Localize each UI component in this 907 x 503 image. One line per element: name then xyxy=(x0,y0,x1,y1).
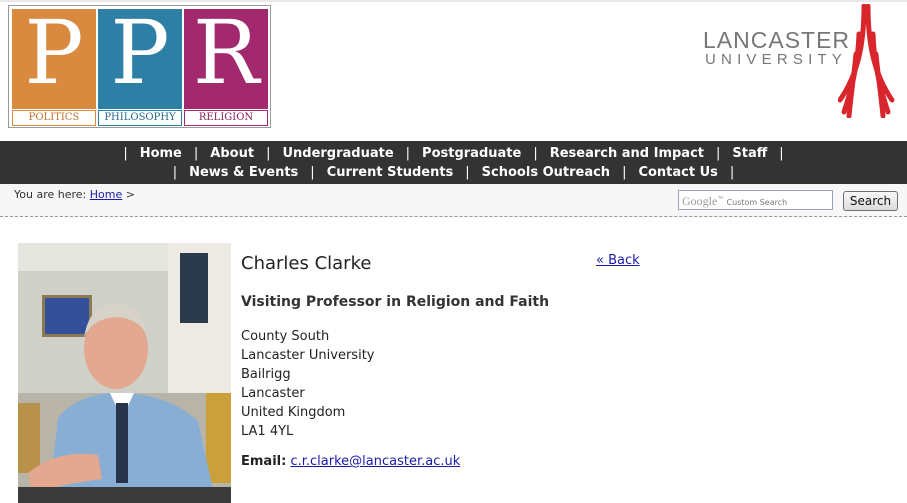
logo-letter: P xyxy=(110,1,170,104)
logo-tile-religion: R xyxy=(184,3,268,109)
profile-email: Email: c.r.clarke@lancaster.ac.uk xyxy=(241,454,460,469)
breadcrumb-prefix: You are here: xyxy=(14,188,87,201)
google-trademark: ™ xyxy=(717,195,724,204)
ppr-logo[interactable]: P P R POLITICS PHILOSOPHY RELIGION xyxy=(8,3,271,128)
lancaster-university-logo[interactable]: LANCASTER UNIVERSITY xyxy=(703,28,850,68)
search-input[interactable]: Google™ Custom Search xyxy=(678,190,833,210)
breadcrumb: You are here: Home > xyxy=(14,188,135,201)
nav-item-staff[interactable]: Staff xyxy=(732,146,767,161)
university-name-line1: LANCASTER xyxy=(703,27,851,53)
lancaster-crest-icon xyxy=(838,4,895,118)
back-link[interactable]: « Back xyxy=(596,253,640,268)
nav-row-2: | News & Events | Current Students | Sch… xyxy=(0,163,907,182)
address-line: United Kingdom xyxy=(241,405,346,420)
logo-letter: R xyxy=(192,1,260,104)
university-name-line2: UNIVERSITY xyxy=(705,51,848,68)
nav-separator: | xyxy=(716,146,721,161)
nav-separator: | xyxy=(123,146,128,161)
nav-item-current-students[interactable]: Current Students xyxy=(327,165,454,180)
nav-separator: | xyxy=(729,165,735,180)
breadcrumb-home-link[interactable]: Home xyxy=(90,188,122,201)
nav-item-contact-us[interactable]: Contact Us xyxy=(638,165,717,180)
profile-name: Charles Clarke xyxy=(241,253,372,274)
nav-item-home[interactable]: Home xyxy=(140,146,182,161)
nav-separator: | xyxy=(266,146,271,161)
address-line: Lancaster University xyxy=(241,348,375,363)
email-link[interactable]: c.r.clarke@lancaster.ac.uk xyxy=(290,454,460,469)
profile-role: Visiting Professor in Religion and Faith xyxy=(241,294,550,310)
google-logo-text: Google xyxy=(682,194,718,208)
nav-separator: | xyxy=(465,165,470,180)
breadcrumb-bar: You are here: Home > Google™ Custom Sear… xyxy=(0,184,907,217)
nav-separator: | xyxy=(622,165,627,180)
address-line: Bailrigg xyxy=(241,367,291,382)
logo-caption-religion: RELIGION xyxy=(184,110,268,126)
nav-separator: | xyxy=(310,165,315,180)
logo-caption-politics: POLITICS xyxy=(12,110,96,126)
search-button[interactable]: Search xyxy=(843,191,898,211)
email-label: Email: xyxy=(241,454,287,469)
nav-separator: | xyxy=(405,146,411,161)
nav-item-schools-outreach[interactable]: Schools Outreach xyxy=(482,165,610,180)
nav-separator: | xyxy=(533,146,538,161)
search-placeholder-text: Custom Search xyxy=(726,198,788,207)
address-line: Lancaster xyxy=(241,386,305,401)
profile-address: County South Lancaster University Bailri… xyxy=(241,327,375,441)
nav-item-postgraduate[interactable]: Postgraduate xyxy=(422,146,521,161)
nav-row-1: | Home | About | Undergraduate | Postgra… xyxy=(0,144,907,163)
nav-item-news-events[interactable]: News & Events xyxy=(189,165,298,180)
main-navigation: | Home | About | Undergraduate | Postgra… xyxy=(0,141,907,184)
breadcrumb-separator: > xyxy=(125,188,135,201)
logo-tile-politics: P xyxy=(12,3,96,109)
nav-item-about[interactable]: About xyxy=(210,146,254,161)
nav-separator: | xyxy=(172,165,178,180)
address-line: LA1 4YL xyxy=(241,424,294,439)
nav-separator: | xyxy=(779,146,784,161)
nav-item-research-and-impact[interactable]: Research and Impact xyxy=(550,146,704,161)
logo-tile-philosophy: P xyxy=(98,3,182,109)
profile-photo xyxy=(18,243,231,503)
address-line: County South xyxy=(241,329,330,344)
nav-separator: | xyxy=(193,146,199,161)
search-placeholder: Google™ Custom Search xyxy=(682,194,787,209)
logo-caption-philosophy: PHILOSOPHY xyxy=(98,110,182,126)
nav-item-undergraduate[interactable]: Undergraduate xyxy=(282,146,393,161)
logo-letter: P xyxy=(24,1,84,104)
